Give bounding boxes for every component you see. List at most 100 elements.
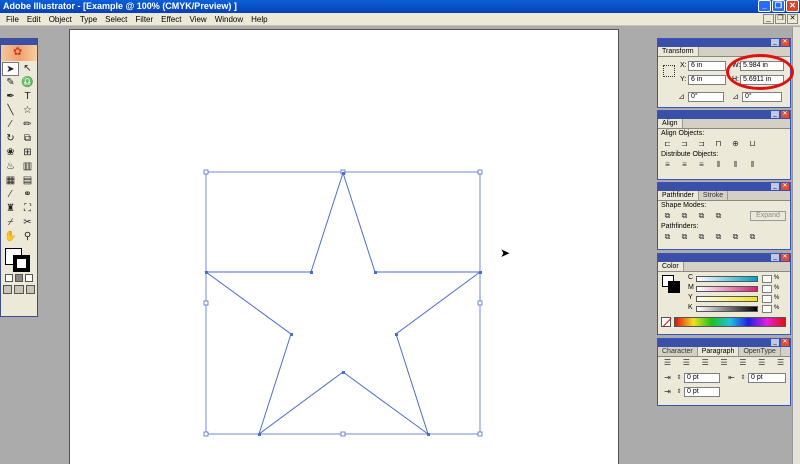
crop-icon[interactable]: ⧉: [713, 232, 724, 242]
distribute-bottom-icon[interactable]: ≡: [696, 160, 707, 170]
distribute-hcenter-icon[interactable]: ⦀: [730, 160, 741, 170]
free-transform-tool-icon[interactable]: ⊞: [19, 146, 36, 160]
rotate-field[interactable]: 0°: [688, 92, 724, 102]
gradient-mode-button[interactable]: [15, 274, 23, 282]
tab-stroke[interactable]: Stroke: [699, 191, 729, 200]
pen-tool-icon[interactable]: ✒: [2, 90, 19, 104]
align-text-left-icon[interactable]: ☰: [662, 358, 673, 368]
direct-selection-tool-icon[interactable]: ↖: [19, 62, 36, 76]
eyedropper-tool-icon[interactable]: ⁄: [2, 188, 19, 202]
lasso-tool-icon[interactable]: ♎: [19, 76, 36, 90]
y-color-field[interactable]: [762, 295, 772, 303]
panel-minimize-icon[interactable]: _: [771, 254, 779, 261]
slice-tool-icon[interactable]: ⌿: [2, 216, 19, 230]
first-line-spinner-icon[interactable]: ⇕: [675, 387, 683, 397]
panel-close-icon[interactable]: ✕: [781, 339, 789, 346]
live-paint-tool-icon[interactable]: ♜: [2, 202, 19, 216]
x-field[interactable]: 6 in: [688, 61, 726, 71]
rotate-tool-icon[interactable]: ↻: [2, 132, 19, 146]
right-indent-spinner-icon[interactable]: ⇕: [739, 373, 747, 383]
fill-stroke-swatches[interactable]: [4, 247, 37, 272]
intersect-shape-icon[interactable]: ⧉: [696, 211, 707, 221]
justify-center-icon[interactable]: ☰: [737, 358, 748, 368]
align-hcenter-icon[interactable]: ⊐: [679, 139, 690, 149]
panel-close-icon[interactable]: ✕: [781, 111, 789, 118]
panel-header[interactable]: _ ✕: [658, 111, 790, 119]
minus-back-icon[interactable]: ⧉: [747, 232, 758, 242]
k-slider[interactable]: [696, 306, 758, 312]
paintbrush-tool-icon[interactable]: ⁄: [2, 118, 19, 132]
color-mode-button[interactable]: [5, 274, 13, 282]
reference-point-icon[interactable]: [663, 65, 675, 77]
live-paint-selection-tool-icon[interactable]: ⛶: [19, 202, 36, 216]
y-slider[interactable]: [696, 296, 758, 302]
tab-pathfinder[interactable]: Pathfinder: [658, 191, 699, 200]
mesh-tool-icon[interactable]: ▦: [2, 174, 19, 188]
panel-header[interactable]: _ ✕: [658, 254, 790, 262]
panel-header[interactable]: _ ✕: [658, 339, 790, 347]
star-tool-icon[interactable]: ☆: [19, 104, 36, 118]
panel-close-icon[interactable]: ✕: [781, 39, 789, 46]
m-field[interactable]: [762, 285, 772, 293]
zoom-tool-icon[interactable]: ⚲: [19, 230, 36, 244]
tab-paragraph[interactable]: Paragraph: [697, 347, 740, 356]
scissors-tool-icon[interactable]: ✂: [19, 216, 36, 230]
magic-wand-tool-icon[interactable]: ✎: [2, 76, 19, 90]
type-tool-icon[interactable]: T: [19, 90, 36, 104]
c-field[interactable]: [762, 275, 772, 283]
exclude-shape-icon[interactable]: ⧉: [713, 211, 724, 221]
shear-field[interactable]: 0°: [742, 92, 782, 102]
panel-close-icon[interactable]: ✕: [781, 254, 789, 261]
distribute-top-icon[interactable]: ≡: [662, 160, 673, 170]
right-indent-field[interactable]: 0 pt: [748, 373, 786, 383]
none-color-icon[interactable]: [661, 317, 672, 328]
merge-icon[interactable]: ⧉: [696, 232, 707, 242]
first-line-indent-field[interactable]: 0 pt: [684, 387, 720, 397]
align-bottom-icon[interactable]: ⊔: [747, 139, 758, 149]
justify-all-icon[interactable]: ☰: [775, 358, 786, 368]
outline-icon[interactable]: ⧉: [730, 232, 741, 242]
tab-opentype[interactable]: OpenType: [739, 347, 781, 356]
stroke-swatch[interactable]: [13, 255, 30, 272]
c-slider[interactable]: [696, 276, 758, 282]
distribute-right-icon[interactable]: ⦀: [747, 160, 758, 170]
scale-tool-icon[interactable]: ⧉: [19, 132, 36, 146]
hand-tool-icon[interactable]: ✋: [2, 230, 19, 244]
m-slider[interactable]: [696, 286, 758, 292]
justify-right-icon[interactable]: ☰: [756, 358, 767, 368]
distribute-vcenter-icon[interactable]: ≡: [679, 160, 690, 170]
anchor-points[interactable]: [205, 172, 482, 436]
y-field[interactable]: 6 in: [688, 75, 726, 85]
distribute-left-icon[interactable]: ⦀: [713, 160, 724, 170]
add-shape-icon[interactable]: ⧉: [662, 211, 673, 221]
color-spectrum-bar[interactable]: [674, 317, 786, 327]
bounding-handles[interactable]: [203, 169, 483, 437]
screen-mode-full-button[interactable]: [25, 285, 35, 294]
panel-minimize-icon[interactable]: _: [771, 39, 779, 46]
trim-icon[interactable]: ⧉: [679, 232, 690, 242]
align-text-right-icon[interactable]: ☰: [700, 358, 711, 368]
align-text-center-icon[interactable]: ☰: [681, 358, 692, 368]
panel-close-icon[interactable]: ✕: [781, 183, 789, 190]
left-indent-spinner-icon[interactable]: ⇕: [675, 373, 683, 383]
panel-minimize-icon[interactable]: _: [771, 339, 779, 346]
align-right-icon[interactable]: ⊐: [696, 139, 707, 149]
warp-tool-icon[interactable]: ❀: [2, 146, 19, 160]
symbol-sprayer-tool-icon[interactable]: ♨: [2, 160, 19, 174]
bounding-box[interactable]: [205, 171, 481, 435]
tab-character[interactable]: Character: [658, 347, 698, 356]
selection-tool-icon[interactable]: ➤: [2, 62, 19, 76]
left-indent-field[interactable]: 0 pt: [684, 373, 720, 383]
divide-icon[interactable]: ⧉: [662, 232, 673, 242]
screen-mode-full-menu-button[interactable]: [14, 285, 24, 294]
k-field[interactable]: [762, 305, 772, 313]
panel-minimize-icon[interactable]: _: [771, 183, 779, 190]
align-vcenter-icon[interactable]: ⊕: [730, 139, 741, 149]
align-top-icon[interactable]: ⊓: [713, 139, 724, 149]
align-left-icon[interactable]: ⊏: [662, 139, 673, 149]
tab-transform[interactable]: Transform: [658, 47, 699, 56]
gradient-tool-icon[interactable]: ▤: [19, 174, 36, 188]
none-mode-button[interactable]: [25, 274, 33, 282]
tab-color[interactable]: Color: [658, 262, 684, 271]
color-stroke-swatch[interactable]: [668, 281, 680, 293]
